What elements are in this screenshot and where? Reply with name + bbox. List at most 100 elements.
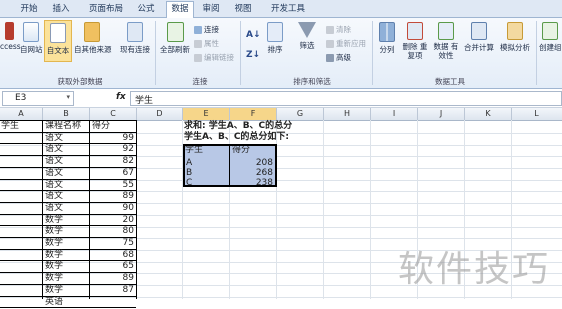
existing-connections-icon [127, 22, 143, 42]
advanced-filter-button[interactable]: 高级 [326, 52, 351, 63]
split-columns-icon [379, 22, 395, 42]
edit-links-icon [194, 54, 202, 62]
remove-duplicates-button[interactable]: 删除 重复项 [402, 22, 428, 60]
filter-button[interactable]: 筛选 [294, 22, 320, 51]
consolidate-button[interactable]: 合并计算 [462, 22, 496, 53]
column-header-j[interactable]: J [418, 108, 465, 120]
reapply-icon [326, 40, 334, 48]
group-label-get-external: 获取外部数据 [57, 77, 103, 86]
insert-function-icon[interactable]: fx [116, 92, 126, 102]
ribbon: ccess 自网站 自文本 自其他来源 现有连接 获取外部数据 全部刷新 连接 … [0, 18, 562, 89]
cell-course[interactable]: 英语 [45, 296, 63, 309]
grid-row-line [0, 168, 562, 169]
reapply-label: 重新应用 [336, 39, 366, 48]
tab-data[interactable]: 数据 [166, 1, 194, 18]
remove-duplicates-label: 删除 重复项 [402, 42, 428, 60]
what-if-analysis-label: 模拟分析 [500, 43, 530, 52]
connections-icon [194, 26, 202, 34]
group-label-sort-filter: 排序和筛选 [293, 77, 331, 86]
note-sum-subtitle[interactable]: 学生A、B、C的总分如下: [184, 131, 289, 144]
from-text-button[interactable]: 自文本 [44, 20, 72, 62]
table-border [42, 120, 43, 299]
grid-row-line [0, 156, 562, 157]
data-validation-button[interactable]: 数据 有效性 [432, 22, 460, 60]
tab-formulas[interactable]: 公式 [135, 2, 157, 17]
refresh-all-button[interactable]: 全部刷新 [158, 22, 192, 55]
web-icon [23, 22, 39, 42]
tab-review[interactable]: 审阅 [200, 2, 222, 17]
tab-view[interactable]: 视图 [232, 2, 254, 17]
column-header-k[interactable]: K [465, 108, 512, 120]
sort-button[interactable]: 排序 [262, 22, 288, 55]
result-cell-score[interactable]: 238 [231, 177, 273, 190]
filter-funnel-icon [298, 22, 316, 38]
clear-filter-icon [326, 26, 334, 34]
what-if-analysis-button[interactable]: 模拟分析 [498, 22, 532, 53]
formula-input[interactable]: 学生 [130, 91, 562, 106]
group-divider [240, 21, 241, 85]
connections-button[interactable]: 连接 [194, 24, 219, 35]
column-header-c[interactable]: C [90, 108, 137, 120]
table-border [183, 144, 185, 187]
column-header-h[interactable]: H [324, 108, 371, 120]
sort-az-button[interactable]: A↓ [246, 30, 261, 40]
tab-home[interactable]: 开始 [18, 2, 40, 17]
name-box-value: E3 [15, 93, 27, 103]
properties-button[interactable]: 属性 [194, 38, 219, 49]
column-header-f[interactable]: F [230, 108, 277, 120]
create-group-label: 创建组 [539, 43, 561, 52]
what-if-icon [507, 22, 523, 40]
remove-duplicates-icon [407, 22, 423, 40]
access-icon [4, 22, 14, 40]
column-header-b[interactable]: B [43, 108, 90, 120]
from-access-button[interactable]: ccess [0, 22, 21, 51]
filter-label: 筛选 [299, 41, 315, 50]
advanced-filter-icon [326, 54, 334, 62]
tab-page-layout[interactable]: 页面布局 [86, 2, 126, 17]
from-other-sources-button[interactable]: 自其他来源 [74, 22, 112, 55]
group-divider [372, 21, 373, 85]
edit-links-button[interactable]: 编辑链接 [194, 52, 234, 63]
grid-row-line [0, 180, 562, 181]
clear-filter-button[interactable]: 清除 [326, 24, 351, 35]
column-header-l[interactable]: L [512, 108, 561, 120]
sort-label: 排序 [267, 45, 283, 54]
column-header-i[interactable]: I [371, 108, 418, 120]
column-header-e[interactable]: E [183, 108, 230, 120]
existing-connections-button[interactable]: 现有连接 [118, 22, 152, 55]
column-header-d[interactable]: D [137, 108, 183, 120]
cell-score[interactable] [90, 296, 134, 309]
grid-row-line [0, 227, 562, 228]
clear-filter-label: 清除 [336, 25, 351, 34]
result-cell-student[interactable]: C [186, 177, 192, 190]
from-access-label: ccess [0, 42, 21, 51]
text-to-columns-button[interactable]: 分列 [376, 22, 398, 55]
consolidate-label: 合并计算 [464, 43, 494, 52]
formula-bar: E3 ▾ fx 学生 [0, 89, 562, 108]
sort-za-button[interactable]: Z↓ [246, 50, 260, 60]
grid-row-line [0, 297, 562, 298]
tab-insert[interactable]: 插入 [50, 2, 72, 17]
column-header-g[interactable]: G [277, 108, 324, 120]
data-validation-icon [438, 22, 454, 40]
name-box[interactable]: E3 ▾ [2, 91, 74, 106]
from-web-button[interactable]: 自网站 [20, 22, 43, 55]
group-outline-icon [542, 22, 558, 40]
create-group-button[interactable]: 创建组 [539, 22, 561, 53]
text-to-columns-label: 分列 [379, 45, 395, 54]
other-sources-icon [84, 22, 100, 42]
group-label-data-tools: 数据工具 [435, 77, 465, 86]
reapply-button[interactable]: 重新应用 [326, 38, 366, 49]
table-border [183, 144, 277, 146]
sort-icon [267, 22, 283, 42]
group-divider [536, 21, 537, 85]
edit-links-label: 编辑链接 [204, 53, 234, 62]
grid-row-line [0, 238, 562, 239]
refresh-all-label: 全部刷新 [160, 45, 190, 54]
column-header-a[interactable]: A [0, 108, 43, 120]
chevron-down-icon[interactable]: ▾ [66, 93, 70, 101]
tab-developer[interactable]: 开发工具 [268, 2, 308, 17]
from-text-label: 自文本 [46, 46, 70, 55]
header-student[interactable]: 学生 [1, 120, 19, 133]
grid-row-line [0, 191, 562, 192]
